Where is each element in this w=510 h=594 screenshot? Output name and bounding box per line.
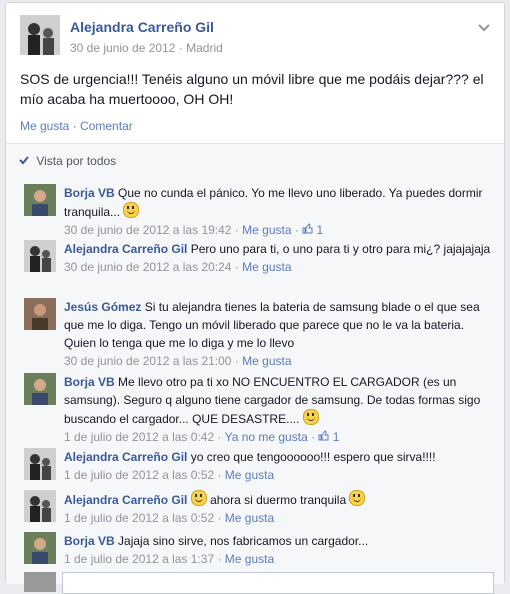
comment-avatar[interactable] (24, 490, 56, 522)
viewer-avatar (24, 572, 56, 592)
comment-text: Me llevo otro pa ti xo NO ENCUENTRO EL C… (64, 375, 481, 426)
comment-author[interactable]: Borja VB (64, 375, 115, 389)
thumbs-up-icon[interactable] (318, 428, 329, 446)
post-date[interactable]: 30 de junio de 2012 (70, 41, 175, 55)
comment-text: Pero uno para ti, o uno para ti y otro p… (190, 242, 491, 256)
comment-author[interactable]: Jesús Gómez (64, 300, 141, 314)
comment-meta: 1 de julio de 2012 a las 0:52 · Me gusta (64, 511, 275, 525)
comment-text: ahora si duermo tranquila (210, 493, 347, 507)
comment-meta: 30 de junio de 2012 a las 21:00 · Me gus… (64, 354, 292, 368)
comment-meta: 1 de julio de 2012 a las 1:37 · Me gusta (64, 552, 275, 566)
comment-author[interactable]: Borja VB (64, 534, 115, 548)
comment-like-count[interactable]: 1 (333, 430, 340, 444)
comment-avatar[interactable] (24, 298, 56, 330)
comment-avatar[interactable] (24, 373, 56, 405)
comment-meta: 30 de junio de 2012 a las 19:42 · Me gus… (64, 221, 324, 239)
comment-author[interactable]: Borja VB (64, 186, 115, 200)
comment-avatar[interactable] (24, 184, 56, 216)
thumbs-up-icon[interactable] (302, 221, 313, 239)
comment-meta: 1 de julio de 2012 a las 0:52 · Me gusta (64, 468, 275, 482)
comment-time[interactable]: 30 de junio de 2012 a las 21:00 (64, 354, 231, 368)
comment-avatar[interactable] (24, 240, 56, 272)
comment-time[interactable]: 1 de julio de 2012 a las 0:52 (64, 511, 214, 525)
comment-author[interactable]: Alejandra Carreño Gil (64, 450, 187, 464)
comments-section: Vista por todos Borja VB Que no cunda el… (6, 143, 504, 594)
comment-meta: 30 de junio de 2012 a las 20:24 · Me gus… (64, 260, 292, 274)
post-actions: Me gusta · Comentar (20, 119, 133, 133)
check-icon (19, 154, 32, 168)
meta-separator: · (178, 41, 183, 55)
comment-input[interactable] (62, 572, 494, 594)
comment-meta: 1 de julio de 2012 a las 0:42 · Ya no me… (64, 428, 340, 446)
comment-like-button[interactable]: Me gusta (242, 223, 291, 237)
comment-time[interactable]: 30 de junio de 2012 a las 19:42 (64, 223, 231, 237)
comment-like-button[interactable]: Me gusta (242, 354, 291, 368)
comment-avatar[interactable] (24, 448, 56, 480)
post-header: Alejandra Carreño Gil 30 de junio de 201… (20, 15, 494, 59)
comment-like-count[interactable]: 1 (317, 223, 324, 237)
smiley-icon (123, 202, 140, 218)
author-avatar[interactable] (20, 15, 60, 55)
smiley-icon (302, 409, 319, 425)
comment-author[interactable]: Alejandra Carreño Gil (64, 242, 187, 256)
smiley-icon (349, 490, 366, 506)
comment-time[interactable]: 1 de julio de 2012 a las 0:52 (64, 468, 214, 482)
comment-like-button[interactable]: Me gusta (225, 468, 274, 482)
post-location[interactable]: Madrid (186, 41, 223, 55)
comment-text: yo creo que tengoooooo!!! espero que sir… (190, 450, 436, 464)
comment-avatar[interactable] (24, 532, 56, 564)
comment-time[interactable]: 1 de julio de 2012 a las 1:37 (64, 552, 214, 566)
avatar-photo (20, 15, 60, 55)
comment-time[interactable]: 30 de junio de 2012 a las 20:24 (64, 260, 231, 274)
comment-author[interactable]: Alejandra Carreño Gil (64, 493, 187, 507)
chevron-down-icon[interactable] (478, 19, 490, 35)
comment-like-button[interactable]: Me gusta (225, 511, 274, 525)
comment-unlike-button[interactable]: Ya no me gusta (225, 430, 308, 444)
post-text: SOS de urgencia!!! Tenéis alguno un móvi… (20, 71, 484, 107)
comment-like-button[interactable]: Me gusta (242, 260, 291, 274)
post-author[interactable]: Alejandra Carreño Gil (70, 19, 214, 35)
post-card: Alejandra Carreño Gil 30 de junio de 201… (5, 2, 505, 594)
like-button[interactable]: Me gusta (20, 119, 69, 133)
smiley-icon (190, 490, 207, 506)
actions-separator: · (72, 119, 77, 133)
comment-like-button[interactable]: Me gusta (225, 552, 274, 566)
seen-label: Vista por todos (36, 154, 117, 168)
comment-text: Jajaja sino sirve, nos fabricamos un car… (118, 534, 369, 548)
comment-button[interactable]: Comentar (80, 119, 133, 133)
comment-time[interactable]: 1 de julio de 2012 a las 0:42 (64, 430, 214, 444)
seen-by-indicator[interactable]: Vista por todos (19, 154, 116, 168)
post-meta: 30 de junio de 2012 · Madrid (70, 41, 223, 55)
